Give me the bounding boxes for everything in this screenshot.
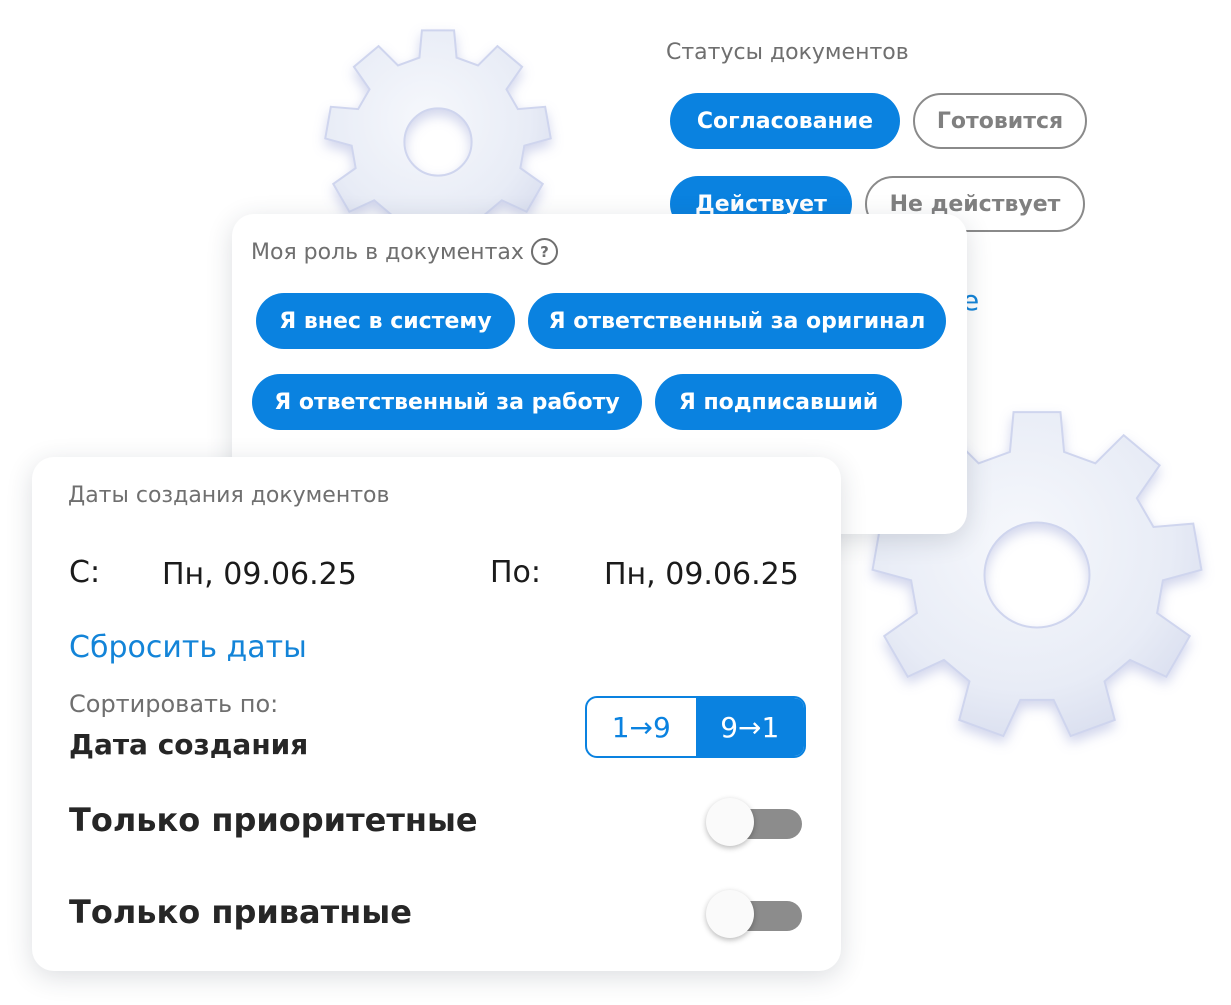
sort-order-toggle: 1→9 9→1 (585, 696, 806, 758)
private-only-switch[interactable] (706, 890, 802, 940)
role-chip-entered[interactable]: Я внес в систему (256, 293, 515, 349)
date-from-value[interactable]: Пн, 09.06.25 (162, 557, 357, 592)
role-chip-original[interactable]: Я ответственный за оригинал (528, 293, 946, 349)
priority-only-label: Только приоритетные (69, 801, 478, 839)
sort-desc-button[interactable]: 9→1 (695, 698, 804, 756)
sort-label: Сортировать по: (69, 690, 279, 718)
sort-value[interactable]: Дата создания (69, 728, 308, 761)
priority-only-switch[interactable] (706, 798, 802, 848)
reset-dates-link[interactable]: Сбросить даты (69, 630, 307, 665)
switch-thumb (706, 890, 754, 938)
date-to-value[interactable]: Пн, 09.06.25 (604, 557, 799, 592)
role-chip-signed[interactable]: Я подписавший (655, 374, 902, 430)
statuses-title: Статусы документов (666, 40, 909, 65)
roles-title: Моя роль в документах (251, 240, 524, 265)
status-chip-preparing[interactable]: Готовится (913, 93, 1087, 149)
role-chip-work[interactable]: Я ответственный за работу (252, 374, 642, 430)
switch-thumb (706, 798, 754, 846)
date-from-label: С: (69, 555, 101, 590)
question-circle-icon[interactable]: ? (531, 238, 558, 265)
dates-title: Даты создания документов (68, 483, 390, 508)
private-only-label: Только приватные (69, 893, 412, 931)
status-chip-approval[interactable]: Согласование (670, 93, 900, 149)
sort-asc-button[interactable]: 1→9 (587, 698, 696, 756)
date-to-label: По: (490, 555, 542, 590)
